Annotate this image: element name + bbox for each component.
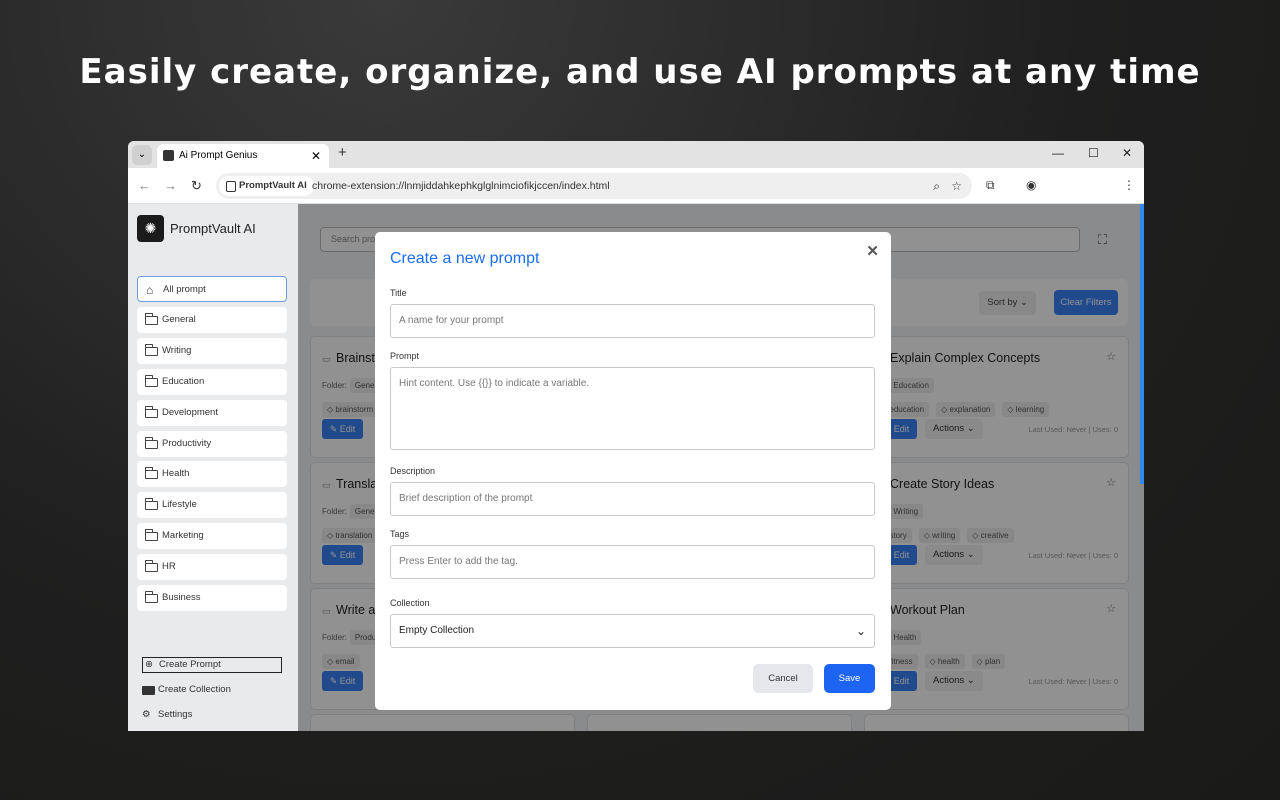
forward-icon[interactable]: → [164, 178, 177, 193]
extensions-icon[interactable]: ⧉ [986, 178, 995, 193]
url-text: chrome-extension://lnmjiddahkephkglglnim… [312, 180, 610, 192]
new-tab-button[interactable]: + [338, 144, 347, 161]
sidebar-item-education[interactable]: Education [137, 369, 287, 395]
sidebar-item-label: Development [162, 407, 218, 418]
sidebar-item-label: HR [162, 561, 176, 572]
sidebar-item-label: Business [162, 592, 201, 603]
sidebar-item-health[interactable]: Health [137, 461, 287, 487]
sidebar-item-label: Health [162, 468, 190, 479]
scrollbar[interactable] [1140, 204, 1144, 484]
sidebar-item-hr[interactable]: HR [137, 554, 287, 580]
collection-label: Collection [390, 598, 430, 608]
sidebar-item-writing[interactable]: Writing [137, 338, 287, 364]
tags-label: Tags [390, 529, 410, 539]
close-tab-icon[interactable]: ✕ [311, 144, 321, 168]
create-prompt-button[interactable]: ⊕ Create Prompt [142, 657, 282, 673]
sidebar-item-marketing[interactable]: Marketing [137, 523, 287, 549]
chevron-down-icon: ⌄ [855, 624, 866, 638]
maximize-button[interactable]: ☐ [1088, 146, 1099, 160]
folder-icon [145, 313, 158, 325]
tab-title: Ai Prompt Genius [179, 150, 258, 161]
create-prompt-modal: Create a new prompt ✕ Title A name for y… [375, 232, 891, 710]
settings-label: Settings [158, 709, 193, 720]
prompt-textarea[interactable]: Hint content. Use {{}} to indicate a var… [390, 367, 875, 450]
sidebar-item-label: Education [162, 376, 205, 387]
favicon-icon [163, 150, 174, 161]
sidebar-item-label: Productivity [162, 438, 212, 449]
sidebar-item-productivity[interactable]: Productivity [137, 431, 287, 457]
home-icon: ⌂ [146, 283, 154, 297]
browser-window: ⌄ Ai Prompt Genius ✕ + — ☐ ✕ ← → ↻ Promp… [128, 141, 1144, 731]
folder-filled-icon [142, 686, 155, 695]
title-label: Title [390, 288, 407, 298]
folder-icon [145, 591, 158, 603]
folder-icon [145, 375, 158, 387]
sidebar-item-label: All prompt [163, 284, 206, 295]
modal-title: Create a new prompt [390, 250, 540, 267]
collection-value: Empty Collection [399, 625, 475, 636]
close-modal-icon[interactable]: ✕ [866, 242, 879, 260]
sidebar-item-label: Writing [162, 345, 192, 356]
sidebar-item-label: General [162, 314, 196, 325]
sidebar-item-general[interactable]: General [137, 307, 287, 333]
sidebar-item-lifestyle[interactable]: Lifestyle [137, 492, 287, 518]
bookmark-star-icon[interactable]: ☆ [951, 173, 962, 199]
folder-icon [145, 560, 158, 572]
omnibox[interactable]: PromptVault AI chrome-extension://lnmjid… [216, 173, 972, 199]
tab-bar: ⌄ Ai Prompt Genius ✕ + — ☐ ✕ [128, 141, 1144, 168]
folder-icon [145, 467, 158, 479]
profile-icon[interactable]: ◉ [1026, 178, 1036, 192]
tags-input[interactable]: Press Enter to add the tag. [390, 545, 875, 579]
folder-icon [145, 406, 158, 418]
description-label: Description [390, 466, 436, 476]
description-input[interactable]: Brief description of the prompt [390, 482, 875, 516]
settings-button[interactable]: ⚙ Settings [142, 708, 192, 722]
add-file-icon: ⊕ [145, 659, 153, 670]
address-bar: ← → ↻ PromptVault AI chrome-extension://… [128, 168, 1144, 204]
back-icon[interactable]: ← [138, 178, 151, 193]
menu-icon[interactable]: ⋮ [1123, 178, 1135, 192]
minimize-button[interactable]: — [1052, 146, 1064, 160]
save-button[interactable]: Save [824, 664, 875, 693]
sidebar-item-label: Marketing [162, 530, 204, 541]
create-prompt-label: Create Prompt [159, 659, 221, 670]
collection-select[interactable]: Empty Collection ⌄ [390, 614, 875, 648]
folder-icon [145, 344, 158, 356]
sidebar-item-development[interactable]: Development [137, 400, 287, 426]
brand-logo: ✺ [137, 215, 164, 242]
browser-tab[interactable]: Ai Prompt Genius ✕ [157, 144, 329, 168]
close-window-button[interactable]: ✕ [1122, 146, 1132, 160]
create-collection-button[interactable]: Create Collection [142, 683, 231, 697]
folder-icon [145, 529, 158, 541]
site-chip[interactable]: PromptVault AI [219, 176, 314, 196]
gear-icon: ⚙ [142, 709, 151, 720]
brand-name: PromptVault AI [170, 221, 256, 236]
sidebar-item-all-prompt[interactable]: ⌂ All prompt [137, 276, 287, 302]
title-input[interactable]: A name for your prompt [390, 304, 875, 338]
sidebar-item-business[interactable]: Business [137, 585, 287, 611]
zoom-icon[interactable]: ⌕ [933, 173, 940, 199]
tab-search-button[interactable]: ⌄ [132, 145, 152, 165]
sidebar: ✺ PromptVault AI ⌂ All prompt General Wri… [128, 204, 298, 731]
cancel-button[interactable]: Cancel [753, 664, 813, 693]
create-collection-label: Create Collection [158, 684, 231, 695]
prompt-label: Prompt [390, 351, 420, 361]
reload-icon[interactable]: ↻ [191, 178, 202, 194]
folder-icon [145, 498, 158, 510]
sidebar-item-label: Lifestyle [162, 499, 197, 510]
headline: Easily create, organize, and use AI prom… [79, 52, 1201, 92]
folder-icon [145, 437, 158, 449]
